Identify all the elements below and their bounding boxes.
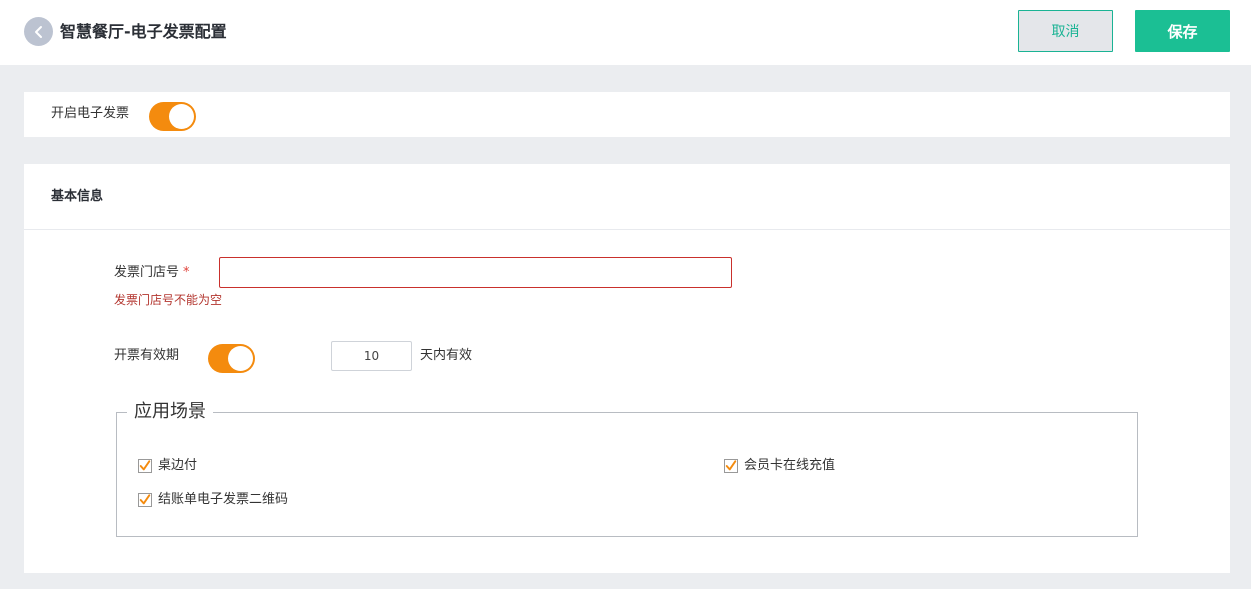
validity-days-input[interactable] (331, 341, 412, 371)
section-divider (24, 229, 1230, 230)
basic-info-card: 基本信息 发票门店号* 发票门店号不能为空 开票有效期 天内有效 应用场景 桌边… (24, 164, 1230, 573)
enable-invoice-toggle[interactable] (149, 102, 196, 131)
scenario-label: 结账单电子发票二维码 (158, 492, 289, 507)
validity-toggle[interactable] (208, 344, 255, 373)
header-bar: 智慧餐厅-电子发票配置 取消 保存 (0, 0, 1251, 65)
store-no-label-text: 发票门店号 (114, 265, 180, 280)
store-no-input[interactable] (219, 257, 732, 288)
cancel-button[interactable]: 取消 (1018, 10, 1113, 52)
scenario-label: 会员卡在线充值 (744, 458, 836, 473)
checkmark-icon (725, 460, 737, 471)
validity-label: 开票有效期 (114, 348, 180, 363)
store-no-label: 发票门店号 * (114, 264, 190, 282)
scenario-checkbox-member-recharge[interactable]: 会员卡在线充值 (724, 457, 835, 475)
scenarios-legend: 应用场景 (127, 401, 213, 423)
scenarios-fieldset: 应用场景 桌边付 会员卡在线充值 结账单电子发票二维码 (116, 401, 1138, 537)
enable-invoice-label: 开启电子发票 (51, 106, 130, 121)
page-title: 智慧餐厅-电子发票配置 (60, 22, 227, 41)
back-button[interactable] (24, 17, 53, 46)
chevron-left-icon (34, 25, 42, 38)
section-title: 基本信息 (51, 189, 104, 204)
required-mark: * (183, 265, 190, 280)
toggle-knob (228, 346, 253, 371)
checkmark-icon (139, 460, 151, 471)
checkbox-box[interactable] (138, 493, 152, 507)
store-no-error: 发票门店号不能为空 (114, 293, 223, 307)
save-button[interactable]: 保存 (1135, 10, 1230, 52)
toggle-knob (169, 104, 194, 129)
checkbox-box[interactable] (724, 459, 738, 473)
enable-invoice-card: 开启电子发票 (24, 92, 1230, 137)
checkmark-icon (139, 494, 151, 505)
validity-days-suffix: 天内有效 (420, 348, 473, 363)
scenario-label: 桌边付 (158, 458, 198, 473)
scenario-checkbox-table-pay[interactable]: 桌边付 (138, 457, 197, 475)
scenario-checkbox-bill-qrcode[interactable]: 结账单电子发票二维码 (138, 491, 288, 509)
checkbox-box[interactable] (138, 459, 152, 473)
